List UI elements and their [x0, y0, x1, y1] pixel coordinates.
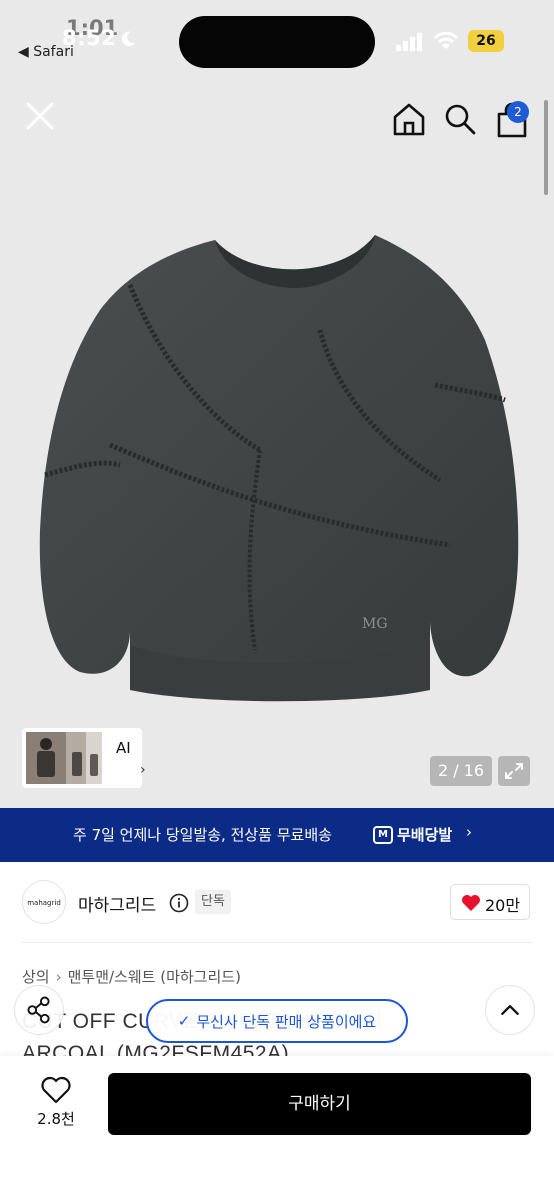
chevron-right-icon: › [55, 968, 62, 986]
expand-icon[interactable] [498, 756, 530, 786]
moon-icon [121, 31, 136, 47]
battery-indicator: 26 [468, 30, 504, 52]
image-page-counter: 2 / 16 [430, 756, 492, 786]
shipping-banner[interactable]: 주 7일 언제나 당일발송, 전상품 무료배송 M 무배당발 › [0, 808, 554, 862]
breadcrumb: 상의 › 맨투맨/스웨트 (마하그리드) [22, 966, 241, 987]
thumbnail-image [26, 732, 102, 784]
share-icon[interactable] [14, 985, 64, 1035]
brand-logo[interactable]: mahagrid [22, 880, 66, 924]
brand-like-count: 20만 [485, 896, 521, 915]
heart-filled-icon [462, 895, 480, 911]
divider [22, 942, 532, 943]
scroll-indicator[interactable] [544, 100, 548, 195]
thumbnail-label: AI [116, 739, 131, 757]
chevron-right-icon: › [140, 762, 146, 778]
info-icon[interactable] [169, 893, 189, 913]
banner-logo-text: 무배당발 [397, 826, 453, 844]
status-bar: 1:01 8:52 ◀ Safari 26 [0, 0, 554, 70]
breadcrumb-item[interactable]: 맨투맨/스웨트 (마하그리드) [68, 966, 241, 987]
chevron-up-icon[interactable] [485, 985, 535, 1035]
product-image-gallery[interactable]: 1:01 8:52 ◀ Safari 26 2 MG AI › 2 / 16 [0, 0, 554, 808]
close-icon[interactable] [20, 96, 60, 136]
product-main-image: MG [39, 235, 519, 702]
ai-model-thumbnail[interactable]: AI › [22, 728, 146, 788]
wish-count: 2.8천 [37, 1110, 75, 1128]
cart-count-badge: 2 [507, 101, 529, 123]
brand-name[interactable]: 마하그리드 [78, 891, 156, 916]
musinsa-delivery-icon: M [373, 825, 393, 844]
buy-button[interactable]: 구매하기 [108, 1073, 531, 1135]
heart-outline-icon[interactable] [40, 1076, 72, 1104]
svg-text:MG: MG [362, 616, 388, 632]
banner-text: 주 7일 언제나 당일발송, 전상품 무료배송 [73, 826, 332, 844]
banner-logo: M 무배당발 [373, 824, 452, 845]
exclusive-tag: 단독 [195, 890, 231, 914]
home-icon[interactable] [390, 100, 428, 138]
search-icon[interactable] [441, 100, 479, 138]
exclusive-notice-text: 무신사 단독 판매 상품이에요 [196, 1012, 377, 1031]
breadcrumb-item[interactable]: 상의 [22, 966, 50, 987]
checkmark-icon: ✓ [177, 1012, 191, 1030]
cellular-signal-icon [396, 33, 422, 51]
exclusive-notice-toast: ✓ 무신사 단독 판매 상품이에요 [146, 999, 408, 1043]
wifi-icon [434, 31, 458, 49]
back-to-safari-link[interactable]: ◀ Safari [18, 44, 74, 60]
dynamic-island [179, 16, 375, 68]
chevron-right-icon: › [466, 823, 472, 841]
brand-like-button[interactable]: 20만 [450, 884, 530, 920]
